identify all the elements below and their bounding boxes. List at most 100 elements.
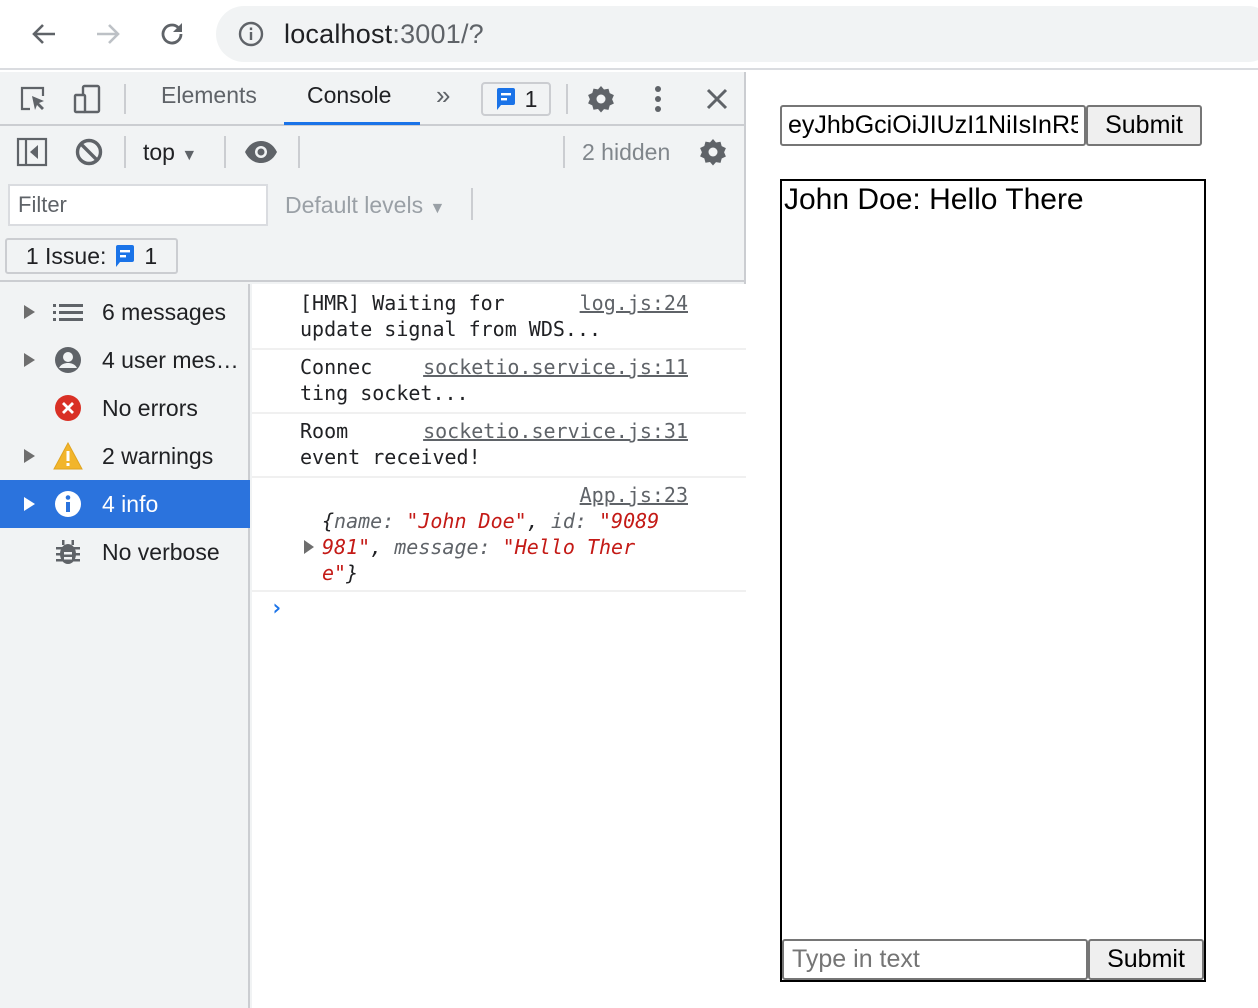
message-icon (496, 88, 515, 110)
toggle-sidebar-button[interactable] (15, 135, 49, 169)
message-icon (116, 245, 135, 267)
info-icon (52, 488, 84, 520)
list-icon (52, 296, 84, 328)
divider (563, 136, 565, 168)
filter-row: Default levels ▼ (0, 178, 746, 230)
back-button[interactable] (24, 14, 64, 54)
issues-button[interactable]: 1 Issue: 1 (5, 238, 178, 274)
reload-button[interactable] (152, 14, 192, 54)
arrow-left-icon (32, 24, 55, 44)
sidebar-item-label: 4 user mes… (102, 346, 239, 373)
dropdown-arrow-icon: ▼ (429, 200, 446, 217)
object-line: 981", message: "Hello Ther (322, 535, 636, 559)
message-line: [HMR] Waiting for (300, 291, 505, 315)
issues-row: 1 Issue: 1 (0, 230, 746, 282)
more-options-button[interactable] (641, 82, 675, 116)
tab-console[interactable]: Console (307, 82, 391, 109)
expand-arrow-icon[interactable] (24, 449, 35, 463)
browser-toolbar: localhost:3001/? (0, 0, 1258, 70)
issue-count: 1 (524, 85, 538, 112)
source-link[interactable]: socketio.service.js:31 (423, 418, 688, 444)
url-host: localhost (284, 19, 393, 49)
settings-button[interactable] (584, 82, 618, 116)
forward-button[interactable] (88, 14, 128, 54)
sidebar-item-label: No errors (102, 394, 198, 421)
hidden-messages-count: 2 hidden (582, 139, 671, 165)
source-link[interactable]: App.js:23 (580, 482, 688, 508)
context-selector[interactable]: top ▼ (143, 139, 197, 166)
divider (224, 136, 226, 168)
divider (124, 84, 126, 114)
source-link[interactable]: socketio.service.js:11 (423, 354, 688, 380)
expand-arrow-icon[interactable] (24, 497, 35, 511)
gear-icon (588, 86, 614, 113)
sidebar-icon (16, 137, 48, 167)
inspect-element-button[interactable] (16, 82, 50, 116)
address-bar[interactable]: localhost:3001/? (216, 6, 1258, 62)
url-path: :3001/? (392, 19, 484, 49)
divider (124, 136, 126, 168)
block-icon (75, 138, 103, 166)
devtools-panel: Elements Console » 1 top ▼ 2 hidden Filt… (0, 72, 746, 1008)
sidebar-item-errors[interactable]: No errors (0, 384, 250, 432)
message-line: ting socket... (300, 381, 469, 405)
message-input[interactable] (782, 939, 1088, 980)
console-sidebar: 6 messages 4 user mes… No errors 2 warni… (0, 284, 250, 1008)
context-value: top (143, 139, 175, 165)
sidebar-item-user-messages[interactable]: 4 user mes… (0, 336, 250, 384)
message-line: Connec (300, 355, 373, 379)
expand-arrow-icon[interactable] (24, 305, 35, 319)
source-link[interactable]: log.js:24 (580, 290, 688, 316)
close-devtools-button[interactable] (700, 82, 734, 116)
divider (298, 136, 300, 168)
sidebar-item-messages[interactable]: 6 messages (0, 288, 250, 336)
expand-object-icon[interactable] (304, 540, 314, 554)
sidebar-item-info[interactable]: 4 info (0, 480, 250, 528)
live-expression-button[interactable] (244, 135, 278, 169)
expand-arrow-icon[interactable] (24, 353, 35, 367)
inspect-icon (20, 86, 45, 111)
device-icon (73, 84, 101, 114)
sidebar-item-warnings[interactable]: 2 warnings (0, 432, 250, 480)
issues-label: 1 Issue: (25, 242, 107, 269)
more-tabs-button[interactable]: » (436, 80, 450, 111)
console-message: [HMR] Waiting for log.js:24 update signa… (252, 284, 746, 350)
divider (471, 188, 473, 220)
filter-input[interactable] (8, 184, 268, 226)
dropdown-arrow-icon: ▼ (181, 147, 198, 164)
console-prompt[interactable]: › (270, 596, 283, 621)
sidebar-item-label: 4 info (102, 490, 159, 517)
console-message: Connec socketio.service.js:11 ting socke… (252, 350, 746, 414)
url-text[interactable]: localhost:3001/? (284, 19, 484, 50)
message-line: event received! (300, 445, 481, 469)
devtools-tabbar: Elements Console » 1 (0, 72, 746, 126)
object-line: {name: "John Doe", id: "9089 (322, 509, 660, 533)
web-page: Submit John Doe: Hello There Submit (748, 72, 1258, 1008)
chat-box: John Doe: Hello There Submit (780, 179, 1206, 982)
gear-icon (700, 139, 726, 166)
log-levels-label: Default levels (285, 192, 424, 218)
sidebar-item-verbose[interactable]: No verbose (0, 528, 250, 576)
arrow-right-icon (97, 24, 120, 44)
user-icon (52, 344, 84, 376)
console-output: [HMR] Waiting for log.js:24 update signa… (252, 284, 746, 1008)
active-tab-indicator (284, 122, 420, 125)
info-icon[interactable] (238, 21, 264, 47)
clear-console-button[interactable] (72, 135, 106, 169)
sidebar-item-label: 6 messages (102, 298, 227, 325)
token-input[interactable] (780, 105, 1086, 146)
tab-elements[interactable]: Elements (161, 82, 257, 109)
console-settings-button[interactable] (696, 135, 730, 169)
issues-count: 1 (144, 242, 158, 269)
log-levels-dropdown[interactable]: Default levels ▼ (285, 192, 445, 219)
reload-icon (161, 23, 183, 45)
error-icon (52, 392, 84, 424)
token-submit-button[interactable]: Submit (1086, 105, 1202, 146)
chat-message: John Doe: Hello There (784, 183, 1084, 216)
issues-counter-button[interactable]: 1 (481, 82, 551, 116)
console-toolbar: top ▼ 2 hidden (0, 126, 746, 178)
message-submit-button[interactable]: Submit (1088, 939, 1204, 980)
divider (566, 84, 568, 114)
device-toolbar-button[interactable] (70, 82, 104, 116)
console-object-message: App.js:23 {name: "John Doe", id: "9089 9… (252, 478, 746, 592)
